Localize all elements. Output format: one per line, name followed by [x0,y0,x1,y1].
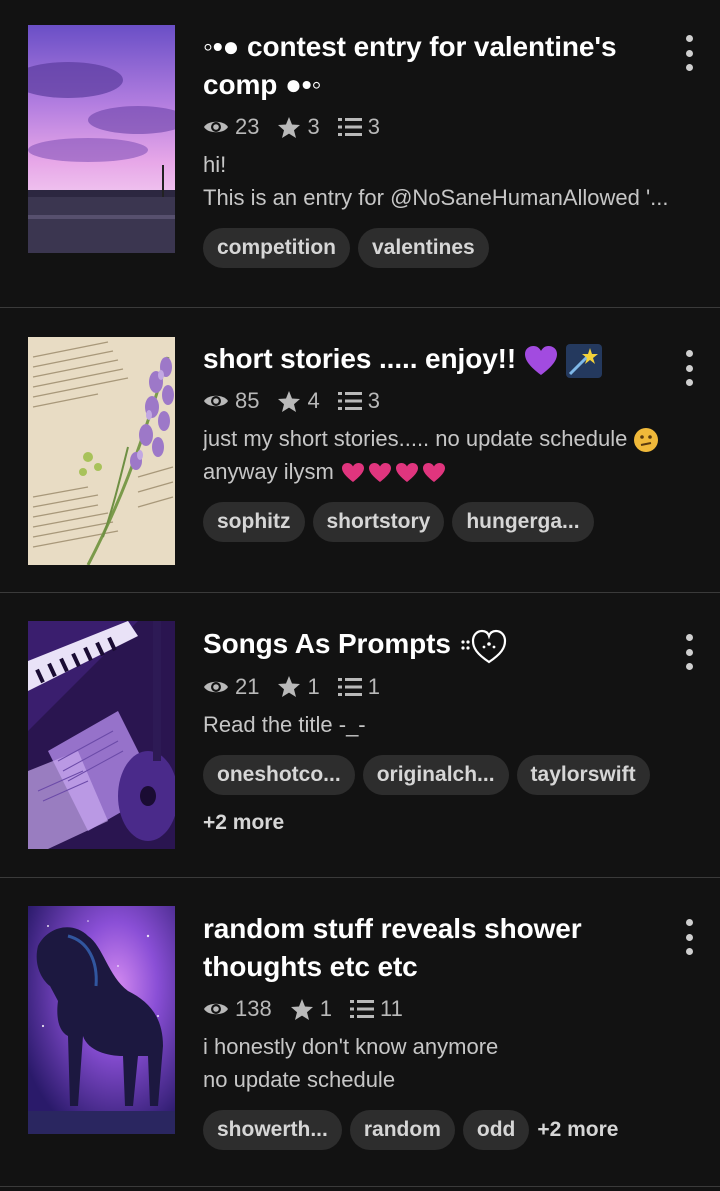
story-tags: showerth... random odd +2 more [203,1110,673,1158]
parts-count: 11 [379,996,403,1021]
views-stat: 23 [203,114,259,140]
votes-stat: 4 [277,388,320,414]
tag-chip[interactable]: random [349,1110,455,1150]
confused-face-icon [634,428,659,453]
tag-chip[interactable]: sophitz [203,502,305,542]
story-title[interactable]: Songs As Prompts [203,625,673,664]
views-count: 85 [235,388,260,413]
more-vertical-icon[interactable] [680,919,698,955]
description-line: Read the title -_- [203,711,366,737]
more-tags-link[interactable]: +2 more [537,1110,618,1150]
story-stats: 138 1 11 [203,994,673,1024]
story-stats: 21 1 1 [203,672,673,702]
story-tags: sophitz shortstory hungerga... [203,502,673,550]
votes-count: 1 [319,996,332,1021]
story-title[interactable]: ◦•● contest entry for valentine's comp ●… [203,28,673,104]
description-line: just my short stories..... no update sch… [203,422,673,455]
story-description: just my short stories..... no update sch… [203,422,673,488]
list-icon [337,118,362,136]
tag-chip[interactable]: hungerga... [452,502,594,542]
story-card[interactable]: ◦•● contest entry for valentine's comp ●… [0,0,720,308]
story-description: i honestly don't know anymore no update … [203,1030,673,1096]
list-icon [337,677,362,696]
star-icon [278,116,301,138]
story-title[interactable]: random stuff reveals shower thoughts etc… [203,910,673,986]
views-count: 23 [235,114,260,139]
parts-stat: 3 [337,114,380,140]
star-icon [290,998,313,1020]
star-icon [278,390,301,412]
description-line: anyway ilysm [203,455,673,488]
story-cover[interactable] [28,337,175,565]
story-cover[interactable] [28,621,175,849]
views-stat: 21 [203,674,259,700]
shooting-star-icon [565,343,602,378]
more-vertical-icon[interactable] [680,634,698,670]
star-icon [278,676,301,698]
tag-chip[interactable]: competition [203,228,350,268]
tag-chip[interactable]: originalch... [362,754,509,795]
story-description: Read the title -_- [203,708,673,741]
votes-stat: 1 [277,673,320,700]
list-icon [337,392,362,410]
tag-chip[interactable]: taylorswift [516,754,650,795]
tag-chip[interactable]: showerth... [203,1110,342,1150]
story-list: ◦•● contest entry for valentine's comp ●… [0,0,720,1191]
description-line: hi! [203,152,227,177]
story-stats: 85 4 3 [203,386,673,416]
story-card[interactable]: short stories ..... enjoy!! 85 4 3 just … [0,308,720,593]
views-count: 21 [235,673,260,699]
story-title[interactable]: short stories ..... enjoy!! [203,340,673,378]
votes-count: 4 [307,388,320,413]
story-cover[interactable] [28,25,175,253]
eye-icon [204,395,228,407]
story-cover[interactable] [28,906,175,1134]
eye-icon [204,1003,228,1015]
story-tags: competition valentines [203,228,673,276]
description-line: This is an entry for @NoSaneHumanAllowed… [203,185,669,210]
eye-icon [204,121,228,133]
list-icon [349,1000,374,1018]
parts-stat: 1 [337,673,380,700]
votes-stat: 1 [290,996,332,1022]
votes-count: 1 [307,673,320,699]
views-stat: 85 [203,388,259,414]
votes-stat: 3 [277,114,320,140]
parts-stat: 3 [337,388,380,414]
story-card[interactable]: random stuff reveals shower thoughts etc… [0,878,720,1187]
parts-stat: 11 [349,996,403,1022]
story-stats: 23 3 3 [203,112,673,142]
heart-outline-icon [460,629,506,663]
parts-count: 3 [367,114,380,139]
description-line: no update schedule [203,1067,396,1092]
description-line: i honestly don't know anymore [203,1034,499,1059]
views-stat: 138 [203,996,272,1022]
eye-icon [204,681,228,692]
story-card[interactable]: Songs As Prompts 21 1 1 Read the title -… [0,593,720,878]
story-description: hi! This is an entry for @NoSaneHumanAll… [203,148,673,214]
story-tags: oneshotco... originalch... taylorswift +… [203,754,673,851]
more-vertical-icon[interactable] [680,350,698,386]
tag-chip[interactable]: odd [462,1110,530,1150]
tag-chip[interactable]: valentines [358,228,489,268]
tag-chip[interactable]: shortstory [312,502,445,542]
tag-chip[interactable]: oneshotco... [203,754,355,795]
pink-hearts-icon [341,463,445,483]
parts-count: 1 [367,673,380,699]
more-tags-link[interactable]: +2 more [203,803,284,843]
purple-heart-icon [524,345,557,375]
parts-count: 3 [367,388,380,413]
votes-count: 3 [307,114,320,139]
views-count: 138 [235,996,272,1021]
more-vertical-icon[interactable] [680,35,698,71]
